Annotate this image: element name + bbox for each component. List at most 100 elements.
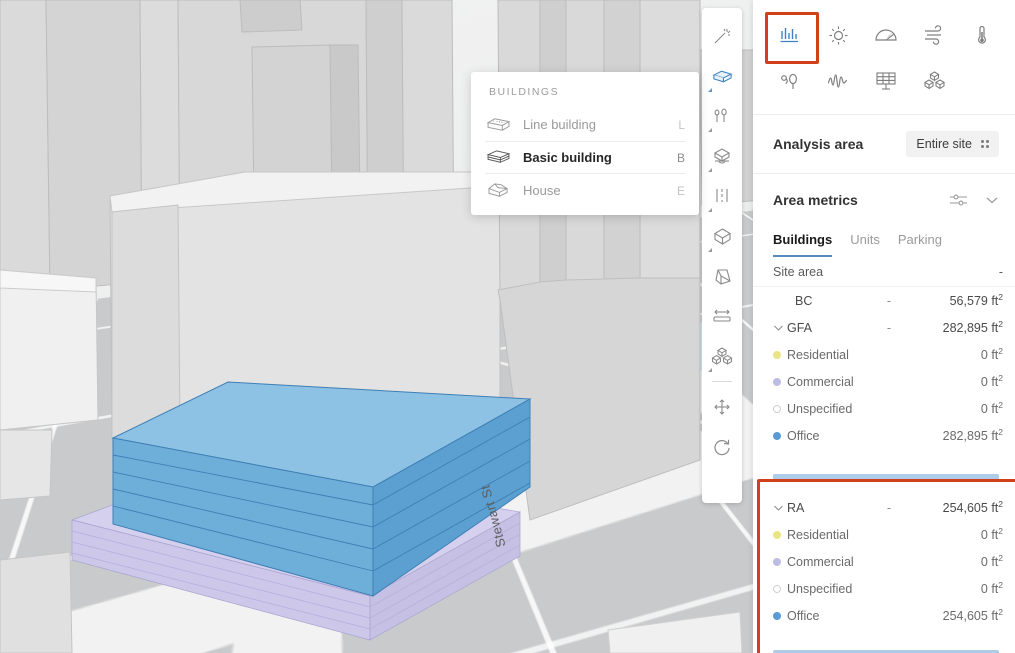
terrain-icon[interactable] [705,136,739,176]
flyout-item-house[interactable]: House E [471,174,699,207]
cube-icon[interactable] [705,216,739,256]
flyout-item-shortcut: E [676,183,685,198]
tool-submenu-indicator [708,208,712,212]
metrics-row-value: 254,605 ft2 [942,499,1003,516]
analysis-icons-row-1 [767,14,1005,56]
metrics-progress-bar [773,474,999,481]
metrics-row-mid: - [886,500,892,515]
metrics-row-label: BC [795,293,813,308]
settings-sliders-icon[interactable] [949,192,969,208]
metrics-row-label: Site area [773,264,824,279]
blocks-icon[interactable] [705,336,739,376]
line-building-icon [485,113,511,137]
metrics-row-label: Unspecified [787,581,853,596]
building-icon[interactable] [705,56,739,96]
tool-submenu-indicator [708,168,712,172]
magic-wand-icon[interactable] [705,16,739,56]
entire-site-value: Entire site [916,137,972,151]
flyout-item-basic-building[interactable]: Basic building B [471,141,699,174]
flyout-item-label: Line building [523,117,597,132]
prism-icon[interactable] [705,256,739,296]
flyout-item-line-building[interactable]: Line building L [471,108,699,141]
metrics-row-value: 0 ft2 [980,346,1003,363]
trees-icon[interactable] [705,96,739,136]
metrics-row-label: Residential [787,527,849,542]
flyout-item-label: Basic building [523,150,612,165]
legend-dot-commercial [773,377,787,386]
chevron-down-icon[interactable] [773,324,787,332]
metrics-row-value: 0 ft2 [980,400,1003,417]
analysis-area-label: Analysis area [773,136,864,152]
legend-dot-residential [773,350,787,359]
metrics-row-label: Commercial [787,554,854,569]
metrics-row-commercial: Commercial 0 ft2 [753,368,1015,395]
metrics-row-unspecified: Unspecified 0 ft2 [753,395,1015,422]
entire-site-button[interactable]: Entire site [906,131,999,157]
legend-dot-commercial [773,557,787,566]
bar-chart-icon[interactable] [767,14,813,56]
legend-dot-residential [773,530,787,539]
analysis-icons-row-2 [767,60,1005,102]
metrics-row-gfa[interactable]: GFA - 282,895 ft2 [753,314,1015,341]
metrics-row-residential: Residential 0 ft2 [753,341,1015,368]
buildings-flyout-menu[interactable]: BUILDINGS Line building L Basic building… [471,72,699,215]
move-icon[interactable] [705,387,739,427]
metrics-row-office: Office 282,895 ft2 [753,422,1015,449]
area-metrics-controls [949,192,999,208]
analysis-area-row: Analysis area Entire site [753,115,1015,174]
metrics-bar-ra-wrap [753,643,1015,653]
flyout-item-shortcut: B [676,150,685,165]
metrics-row-label: RA [787,500,805,515]
flyout-item-label: House [523,183,561,198]
metrics-row-label: Unspecified [787,401,853,416]
tab-parking[interactable]: Parking [898,232,942,257]
legend-dot-office [773,611,787,620]
acoustics-icon[interactable] [815,60,861,102]
massing-icon[interactable] [911,60,957,102]
metrics-row-bc: BC - 56,579 ft2 [753,287,1015,314]
flyout-item-shortcut: L [678,117,685,132]
analysis-type-toolbar[interactable] [753,0,1015,115]
noise-icon[interactable] [767,60,813,102]
tool-submenu-indicator [708,368,712,372]
tool-submenu-indicator [708,88,712,92]
metrics-row-value: - [998,264,1003,279]
metrics-row-ra[interactable]: RA - 254,605 ft2 [753,494,1015,521]
tab-buildings[interactable]: Buildings [773,232,833,257]
metrics-row-value: 0 ft2 [980,580,1003,597]
area-metrics-label: Area metrics [773,192,858,208]
legend-dot-unspecified [773,404,787,413]
solar-panel-icon[interactable] [863,60,909,102]
tools-toolbar[interactable] [702,8,742,503]
legend-dot-unspecified [773,584,787,593]
metrics-table: Site area - BC - 56,579 ft2 GFA - 282,89… [753,257,1015,653]
basic-building-icon [485,146,511,170]
metrics-row-value: 0 ft2 [980,553,1003,570]
dimension-icon[interactable] [705,296,739,336]
metrics-row-label: Commercial [787,374,854,389]
area-metrics-header: Area metrics [753,174,1015,224]
metrics-row-site-area: Site area - [753,257,1015,287]
daylight-icon[interactable] [863,14,909,56]
metrics-tabs[interactable]: Buildings Units Parking [753,224,1015,257]
metrics-row-unspecified: Unspecified 0 ft2 [753,575,1015,602]
metrics-row-mid: - [886,293,892,308]
road-icon[interactable] [705,176,739,216]
sun-icon[interactable] [815,14,861,56]
metrics-row-value: 254,605 ft2 [942,607,1003,624]
tool-submenu-indicator [708,128,712,132]
metrics-row-value: 56,579 ft2 [949,292,1003,309]
chevron-down-icon[interactable] [773,504,787,512]
tool-submenu-indicator [708,248,712,252]
metrics-row-label: Office [787,428,820,443]
thermometer-icon[interactable] [959,14,1005,56]
wind-icon[interactable] [911,14,957,56]
metrics-bar-gfa-wrap [753,467,1015,488]
tab-units[interactable]: Units [850,232,880,257]
metrics-row-value: 282,895 ft2 [942,427,1003,444]
chevron-down-icon[interactable] [985,195,999,205]
metrics-row-residential: Residential 0 ft2 [753,521,1015,548]
metrics-row-label: Office [787,608,820,623]
rotate-icon[interactable] [705,427,739,467]
flyout-title: BUILDINGS [489,86,560,98]
